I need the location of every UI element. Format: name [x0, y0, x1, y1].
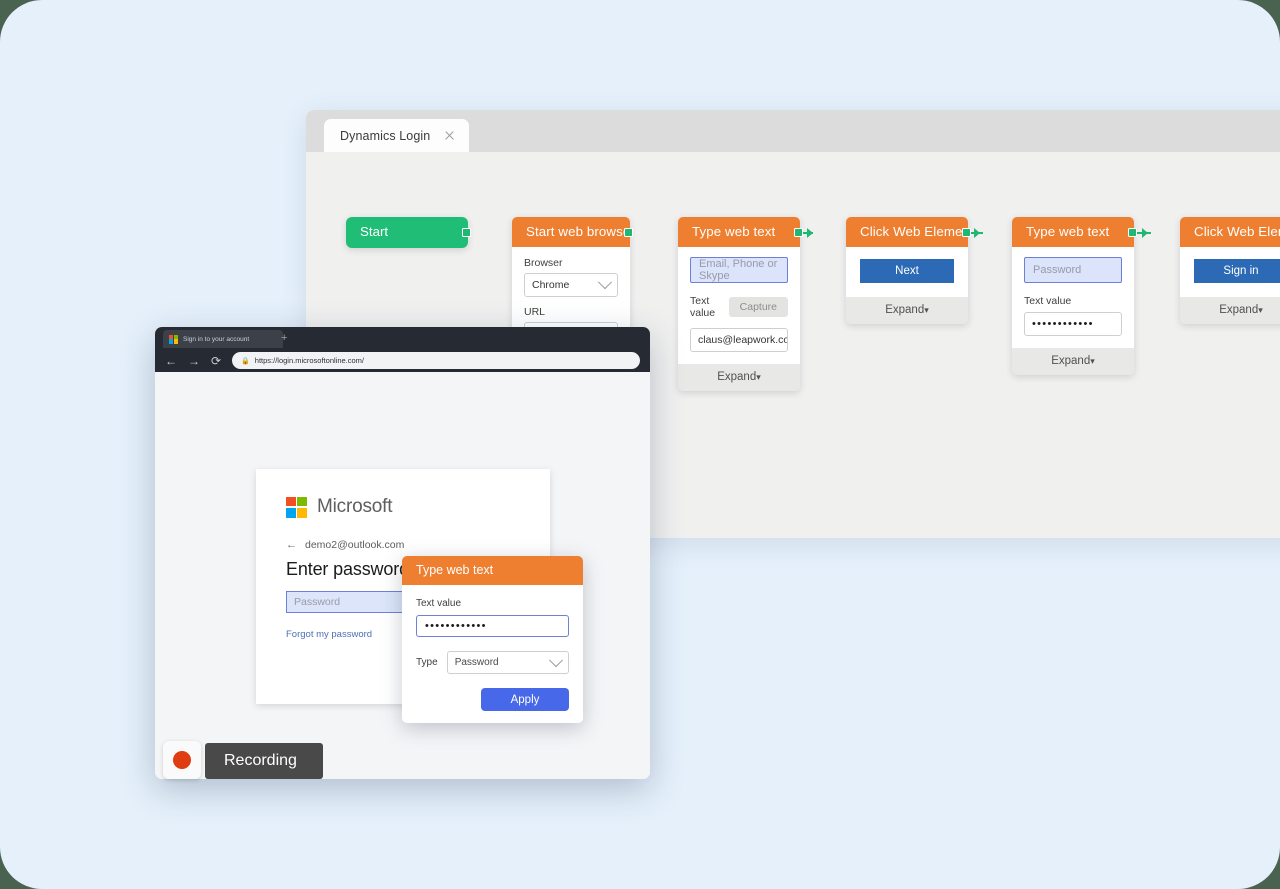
reload-icon[interactable]: ⟳ — [211, 355, 221, 367]
connector-arrow-icon — [974, 228, 980, 238]
node-click-web-element-signin[interactable]: Click Web Element Sign in Expand▾ — [1180, 217, 1280, 324]
signin-button-preview: Sign in — [1194, 259, 1280, 283]
expand-label: Expand — [885, 304, 925, 316]
node-title: Start — [360, 224, 389, 239]
node-output-port[interactable] — [624, 228, 633, 237]
text-value-label: Text value — [1024, 295, 1072, 307]
flowchart-tabbar: Dynamics Login — [306, 110, 1280, 152]
expand-toggle[interactable]: Expand▾ — [846, 297, 968, 324]
chevron-down-icon — [548, 652, 564, 667]
apply-button[interactable]: Apply — [481, 688, 569, 711]
address-bar-url: https://login.microsoftonline.com/ — [254, 356, 364, 365]
recording-indicator: Recording — [163, 741, 323, 779]
microsoft-brand: Microsoft — [286, 496, 520, 518]
node-title: Click Web Element — [846, 217, 968, 247]
browser-toolbar: ← → ⟳ 🔒 https://login.microsoftonline.co… — [155, 349, 650, 372]
recording-label: Recording — [205, 743, 323, 779]
browser-field-label: Browser — [524, 257, 563, 269]
chevron-down-icon — [597, 275, 613, 290]
new-tab-button[interactable]: + — [281, 331, 287, 345]
expand-toggle[interactable]: Expand▾ — [1012, 348, 1134, 375]
record-button[interactable] — [163, 741, 201, 779]
address-bar[interactable]: 🔒 https://login.microsoftonline.com/ — [232, 352, 640, 369]
connector-arrow-icon — [1142, 228, 1148, 238]
type-label: Type — [416, 657, 438, 668]
node-output-port[interactable] — [962, 228, 971, 237]
type-row: Type Password — [416, 651, 569, 674]
node-title: Start web browser — [512, 217, 630, 247]
account-email: demo2@outlook.com — [305, 539, 405, 551]
password-field-preview: Password — [1024, 257, 1122, 283]
connector-arrow-icon — [807, 228, 813, 238]
type-select-value: Password — [454, 657, 499, 668]
node-type-web-text-password[interactable]: Type web text Password Text value ••••••… — [1012, 217, 1134, 375]
microsoft-logo-icon — [286, 496, 307, 518]
text-value-label: Text value — [690, 295, 716, 319]
node-title: Click Web Element — [1180, 217, 1280, 247]
type-select[interactable]: Password — [446, 651, 569, 674]
tab-label: Dynamics Login — [340, 128, 431, 143]
node-start[interactable]: Start — [346, 217, 468, 248]
close-icon[interactable] — [444, 130, 455, 141]
microsoft-logo-icon — [169, 334, 178, 344]
expand-label: Expand — [717, 371, 757, 383]
tab-dynamics-login[interactable]: Dynamics Login — [324, 119, 470, 152]
record-dot-icon — [173, 751, 191, 769]
expand-label: Expand — [1219, 304, 1259, 316]
back-arrow-icon[interactable]: ← — [286, 539, 297, 551]
expand-toggle[interactable]: Expand▾ — [1180, 297, 1280, 324]
back-icon[interactable]: ← — [165, 355, 177, 367]
forward-icon[interactable]: → — [188, 355, 200, 367]
browser-chrome: Sign in to your account + ← → ⟳ 🔒 https:… — [155, 327, 650, 372]
account-row[interactable]: ← demo2@outlook.com — [286, 539, 520, 551]
next-button-preview: Next — [860, 259, 954, 283]
type-web-text-dialog: Type web text Text value •••••••••••• Ty… — [402, 556, 583, 723]
browser-tab-title: Sign in to your account — [183, 335, 250, 343]
node-click-web-element-next[interactable]: Click Web Element Next Expand▾ — [846, 217, 968, 324]
text-value-input[interactable]: •••••••••••• — [1024, 312, 1122, 336]
email-field-preview: Email, Phone or Skype — [690, 257, 788, 283]
browser-select-value: Chrome — [532, 279, 570, 291]
browser-select[interactable]: Chrome — [524, 273, 618, 297]
expand-label: Expand — [1051, 355, 1091, 367]
expand-toggle[interactable]: Expand▾ — [678, 364, 800, 391]
node-output-port[interactable] — [462, 228, 471, 237]
microsoft-wordmark: Microsoft — [317, 496, 393, 517]
node-output-port[interactable] — [794, 228, 803, 237]
node-title: Type web text — [678, 217, 800, 247]
text-value-label: Text value — [416, 598, 462, 609]
node-type-web-text-email[interactable]: Type web text Email, Phone or Skype Text… — [678, 217, 800, 391]
capture-button[interactable]: Capture — [728, 297, 788, 317]
node-output-port[interactable] — [1128, 228, 1137, 237]
lock-icon: 🔒 — [241, 357, 250, 365]
url-field-label: URL — [524, 306, 546, 318]
browser-tab[interactable]: Sign in to your account — [163, 330, 283, 348]
dialog-title: Type web text — [402, 556, 583, 585]
app-page: Dynamics Login Start Start web browser B… — [0, 0, 1280, 889]
node-title: Type web text — [1012, 217, 1134, 247]
text-value-input[interactable]: claus@leapwork.com — [690, 328, 788, 352]
text-value-input[interactable]: •••••••••••• — [416, 615, 569, 637]
